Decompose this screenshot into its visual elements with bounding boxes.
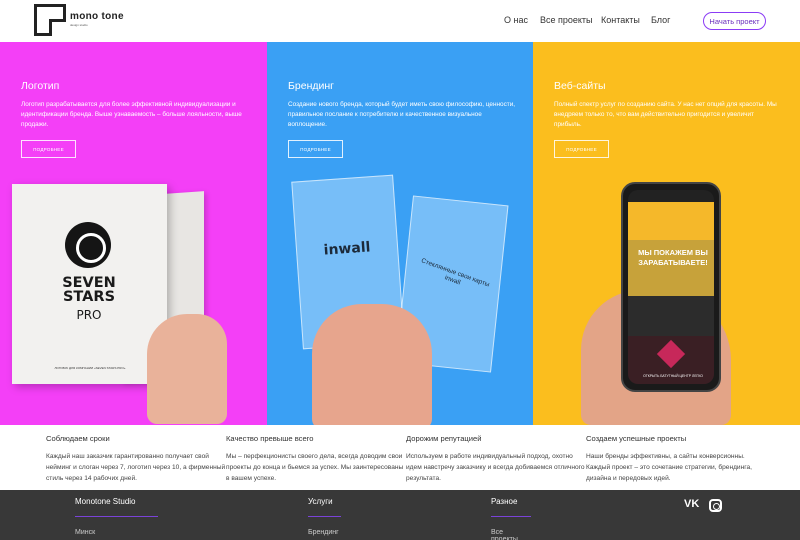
screen-headline: МЫ ПОКАЖЕМ ВЫ ЗАРАБАТЫВАЕТЕ! xyxy=(638,248,708,267)
feature-item: Качество превыше всего Мы – перфекционис… xyxy=(226,434,406,484)
logo-subtitle: design studio xyxy=(70,23,88,27)
book-cover: SEVEN STARS PRO ЛОГОБУК ДЛЯ КОМПАНИИ «SE… xyxy=(12,184,167,384)
footer-link[interactable]: Минск xyxy=(75,529,158,536)
nav-blog[interactable]: Блог xyxy=(651,15,670,25)
footer-link[interactable]: Брендинг xyxy=(308,529,341,536)
footer-divider xyxy=(491,516,531,517)
logo-mark-icon xyxy=(34,4,66,36)
feature-item: Соблюдаем сроки Каждый наш заказчик гара… xyxy=(46,434,226,484)
footer-column-services: Услуги Брендинг xyxy=(308,497,341,536)
feature-title: Качество превыше всего xyxy=(226,434,314,443)
more-button[interactable]: ПОДРОБНЕЕ xyxy=(21,140,76,158)
card-brand: inwall xyxy=(323,239,371,259)
logo[interactable]: mono tone design studio xyxy=(34,4,124,36)
hand-image xyxy=(312,304,432,425)
footer-column-studio: Monotone Studio Минск xyxy=(75,497,158,536)
nav-projects[interactable]: Все проекты xyxy=(540,15,593,25)
features-row: Соблюдаем сроки Каждый наш заказчик гара… xyxy=(0,425,800,490)
nav-about[interactable]: О нас xyxy=(504,15,528,25)
service-panel-logo: Логотип Логотип разрабатывается для боле… xyxy=(0,42,267,425)
feature-title: Дорожим репутацией xyxy=(406,434,482,443)
feature-title: Соблюдаем сроки xyxy=(46,434,110,443)
footer-divider xyxy=(308,516,341,517)
panel-title: Веб-сайты xyxy=(554,80,606,92)
footer-column-title: Monotone Studio xyxy=(75,497,136,506)
site-header: mono tone design studio О нас Все проект… xyxy=(0,0,800,42)
book-brand-name: SEVEN STARS xyxy=(47,276,131,305)
footer-link[interactable]: Все проекты xyxy=(491,529,531,540)
panel-description: Логотип разрабатывается для более эффект… xyxy=(21,101,242,128)
book-brand-pro: PRO xyxy=(76,308,102,322)
vk-icon[interactable]: VK xyxy=(684,498,699,510)
panel-title: Брендинг xyxy=(288,80,334,92)
site-footer: Monotone Studio Минск Услуги Брендинг Ра… xyxy=(0,490,800,540)
logo-text: mono tone design studio xyxy=(70,12,124,30)
logo-word: mono tone xyxy=(70,11,124,22)
phone-notch xyxy=(653,184,689,190)
phone-mockup: МЫ ПОКАЖЕМ ВЫ ЗАРАБАТЫВАЕТЕ! ОТКРЫТЬ БАТ… xyxy=(621,182,721,392)
hand-image xyxy=(147,314,227,424)
panel-description: Создание нового бренда, который будет им… xyxy=(288,101,516,128)
feature-text: Используем в работе индивидуальный подхо… xyxy=(406,453,585,482)
feature-item: Создаем успешные проекты Наши бренды эфф… xyxy=(586,434,766,484)
footer-column-misc: Разное Все проекты xyxy=(491,497,531,540)
feature-text: Наши бренды эффективны, а сайты конверси… xyxy=(586,453,753,482)
phone-screen: МЫ ПОКАЖЕМ ВЫ ЗАРАБАТЫВАЕТЕ! ОТКРЫТЬ БАТ… xyxy=(628,190,714,384)
feature-text: Каждый наш заказчик гарантированно получ… xyxy=(46,453,226,482)
more-button[interactable]: ПОДРОБНЕЕ xyxy=(554,140,609,158)
seven-stars-emblem-icon xyxy=(65,222,111,268)
feature-text: Мы – перфекционисты своего дела, всегда … xyxy=(226,453,404,482)
book-caption: ЛОГОБУК ДЛЯ КОМПАНИИ «SEVEN STARS PRO» xyxy=(54,366,126,370)
service-panel-websites: Веб-сайты Полный спектр услуг по создани… xyxy=(533,42,800,425)
card-glass-text: Стеклянные свои карты inwall xyxy=(420,257,491,289)
screen-band xyxy=(628,296,714,336)
feature-title: Создаем успешные проекты xyxy=(586,434,687,443)
start-project-button[interactable]: Начать проект xyxy=(703,12,766,30)
nav-contacts[interactable]: Контакты xyxy=(601,15,640,25)
screen-band xyxy=(628,202,714,240)
feature-item: Дорожим репутацией Используем в работе и… xyxy=(406,434,586,484)
footer-column-title: Разное xyxy=(491,497,518,506)
panel-title: Логотип xyxy=(21,80,60,92)
panel-description: Полный спектр услуг по созданию сайта. У… xyxy=(554,101,777,128)
instagram-icon[interactable] xyxy=(709,499,722,512)
screen-cta: ОТКРЫТЬ БАТУТНЫЙ ЦЕНТР ЛЕГКО xyxy=(643,374,703,378)
book-brand-line2: STARS xyxy=(62,289,116,305)
footer-column-title: Услуги xyxy=(308,497,333,506)
more-button[interactable]: ПОДРОБНЕЕ xyxy=(288,140,343,158)
footer-divider xyxy=(75,516,158,517)
service-panel-branding: Брендинг Создание нового бренда, который… xyxy=(267,42,533,425)
